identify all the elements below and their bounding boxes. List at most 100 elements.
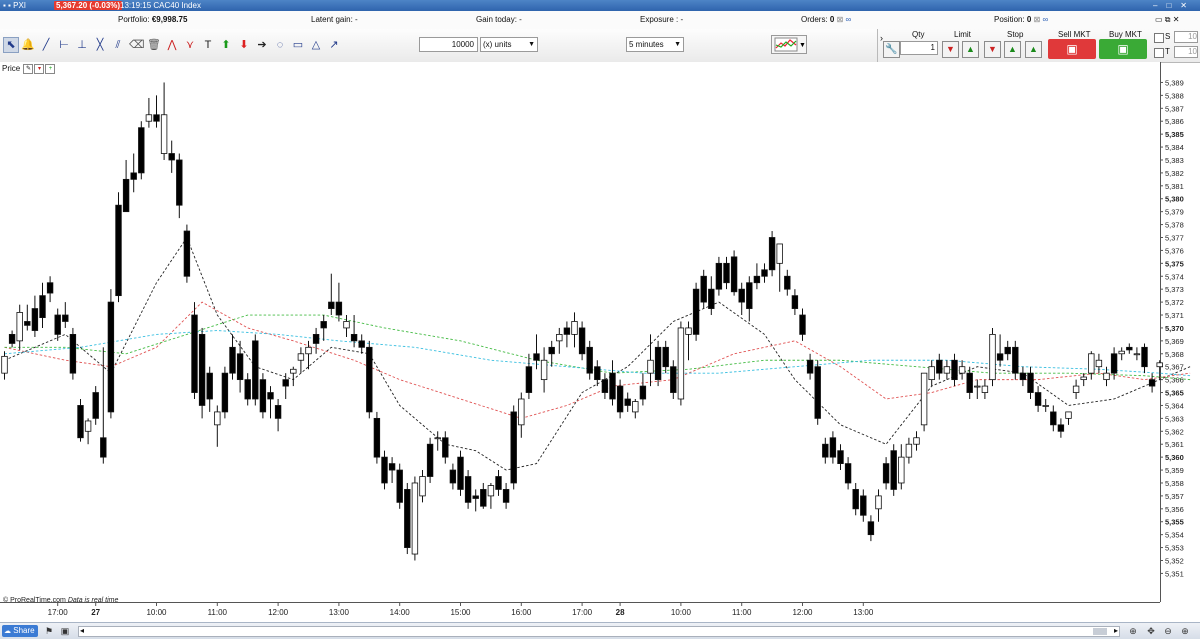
horizontal-line-icon[interactable]: ⊢ [57, 38, 71, 52]
timeframe-select[interactable]: 5 minutes ▼ [626, 37, 684, 52]
close-icon[interactable]: ✕ [1180, 1, 1196, 10]
candle-up [920, 372, 928, 426]
minimize-icon[interactable]: – [1153, 1, 1166, 10]
pointer-icon[interactable]: ⬉ [3, 37, 19, 53]
orders[interactable]: Orders: 0 ⊠ ∞ [801, 11, 851, 29]
units-select[interactable]: (x) units ▼ [480, 37, 538, 52]
orders-link-icon[interactable]: ∞ [846, 15, 852, 24]
scrollbar-thumb[interactable] [1093, 628, 1107, 635]
candle-down [358, 340, 365, 348]
credit-source: © ProRealTime.com [3, 597, 66, 604]
x-tick-label: 13:00 [329, 608, 350, 617]
price-badge: 5,367.20 (-0.03%) [54, 1, 123, 10]
candle-down [62, 314, 69, 322]
maximize-icon[interactable]: □ [1166, 1, 1180, 10]
orders-value: 0 [829, 15, 835, 24]
indicator-chart-icon[interactable]: ▼ [771, 35, 807, 54]
stop-buy-button[interactable]: ▲ [1004, 41, 1021, 58]
candle-down [274, 405, 282, 419]
fibonacci-icon[interactable]: ╳ [93, 38, 107, 52]
buy-arrow-icon[interactable]: ⬆ [219, 38, 233, 52]
channel-icon[interactable]: ⫽ [111, 38, 125, 52]
add-icon[interactable]: + [45, 64, 56, 74]
candle-down [525, 366, 533, 393]
orders-label: Orders: [801, 15, 828, 24]
pattern-icon[interactable]: ⋎ [183, 38, 197, 52]
infobar-close-icon[interactable]: ✕ [1173, 15, 1180, 24]
s-input[interactable]: 10 [1174, 31, 1198, 43]
sell-market-button[interactable]: ▣ [1048, 39, 1096, 59]
candle-down [426, 443, 434, 477]
text-icon[interactable]: T [201, 38, 215, 52]
wrench-icon[interactable]: 🔧 [883, 41, 900, 58]
popout-icon[interactable]: ⧉ [1165, 15, 1171, 24]
qty-input[interactable]: 1 [900, 41, 938, 55]
wrench-icon[interactable]: ✎ [23, 64, 34, 74]
candle-down [594, 366, 601, 381]
candle-down [867, 521, 875, 536]
stop-label: Stop [1007, 30, 1024, 39]
zoom-in-icon[interactable]: ⊕ [1180, 626, 1190, 636]
t-checkbox[interactable] [1154, 48, 1164, 58]
y-tick-label: 5,358 [1165, 479, 1184, 488]
eraser-icon[interactable]: ⌫ [129, 38, 145, 52]
collapse-icon[interactable]: ▣ [60, 626, 70, 636]
infobar-window-buttons[interactable]: ▭ ⧉ ✕ [1155, 11, 1179, 29]
arrow-icon[interactable]: ➔ [255, 38, 269, 52]
candle-up [84, 420, 92, 432]
y-tick-label: 5,372 [1165, 298, 1184, 307]
candle-down [723, 262, 730, 284]
scroll-right-icon[interactable]: ▸ [1114, 626, 1118, 635]
candle-down [221, 372, 229, 413]
y-tick-label: 5,365 [1165, 389, 1184, 398]
s-checkbox[interactable] [1154, 33, 1164, 43]
price-chart[interactable]: 5,351 5,352 5,353 5,354 5,355 5,356 5,357 5,358… [0, 62, 1200, 624]
candle-down [191, 314, 198, 393]
vertical-line-icon[interactable]: ⊥ [75, 38, 89, 52]
remove-icon[interactable]: ▾ [34, 64, 45, 74]
chevron-down-icon: ▼ [528, 41, 535, 48]
horizontal-scrollbar[interactable]: ◂ ▸ [78, 626, 1120, 637]
candle-down [799, 314, 806, 335]
quantity-input[interactable]: 10000 [419, 37, 478, 52]
position-label: Position: [994, 15, 1025, 24]
window-buttons[interactable]: –□✕ [1153, 0, 1196, 11]
crosshair-icon[interactable]: ⊕ [1128, 626, 1138, 636]
ray-icon[interactable]: ↗ [327, 38, 341, 52]
position[interactable]: Position: 0 ⊠ ∞ [994, 11, 1048, 29]
sell-arrow-icon[interactable]: ⬇ [237, 38, 251, 52]
trash-icon[interactable]: 🗑 [147, 38, 161, 52]
candle-down [1126, 346, 1133, 351]
zoom-out-icon[interactable]: ⊖ [1163, 626, 1173, 636]
triangle-icon[interactable]: △ [309, 38, 323, 52]
candle-up [1118, 350, 1125, 355]
share-button[interactable]: ☁ Share [2, 625, 38, 637]
candle-up [518, 398, 525, 426]
y-tick-label: 5,374 [1165, 272, 1184, 281]
alarm-bell-icon[interactable]: 🔔 [21, 38, 35, 52]
flag-icon[interactable]: ⚑ [44, 626, 54, 636]
pan-icon[interactable]: ✥ [1146, 626, 1156, 636]
position-close-icon[interactable]: ⊠ [1034, 15, 1041, 24]
trendline-icon[interactable]: ╱ [39, 38, 53, 52]
t-input[interactable]: 10 [1174, 46, 1198, 58]
x-tick-label: 10:00 [146, 608, 167, 617]
candle-up [1, 355, 8, 374]
position-link-icon[interactable]: ∞ [1043, 15, 1049, 24]
y-tick-label: 5,355 [1165, 518, 1184, 527]
rectangle-icon[interactable]: ▭ [291, 38, 305, 52]
buy-market-button[interactable]: ▣ [1099, 39, 1147, 59]
lasso-icon[interactable]: ◌ [273, 38, 287, 52]
stop-sell-button[interactable]: ▼ [984, 41, 1001, 58]
limit-buy-button[interactable]: ▲ [962, 41, 979, 58]
orders-close-icon[interactable]: ⊠ [837, 15, 844, 24]
stop-extra-button[interactable]: ▲ [1025, 41, 1042, 58]
scroll-left-icon[interactable]: ◂ [80, 626, 84, 635]
candle-down [259, 379, 267, 413]
chevron-down-icon: ▼ [674, 41, 681, 48]
limit-sell-button[interactable]: ▼ [942, 41, 959, 58]
price-chart-svg[interactable]: 5,351 5,352 5,353 5,354 5,355 5,356 5,357 5,358… [0, 62, 1200, 624]
restore-icon[interactable]: ▭ [1155, 15, 1163, 24]
zigzag-icon[interactable]: ⋀ [165, 38, 179, 52]
candle-down [510, 411, 517, 484]
